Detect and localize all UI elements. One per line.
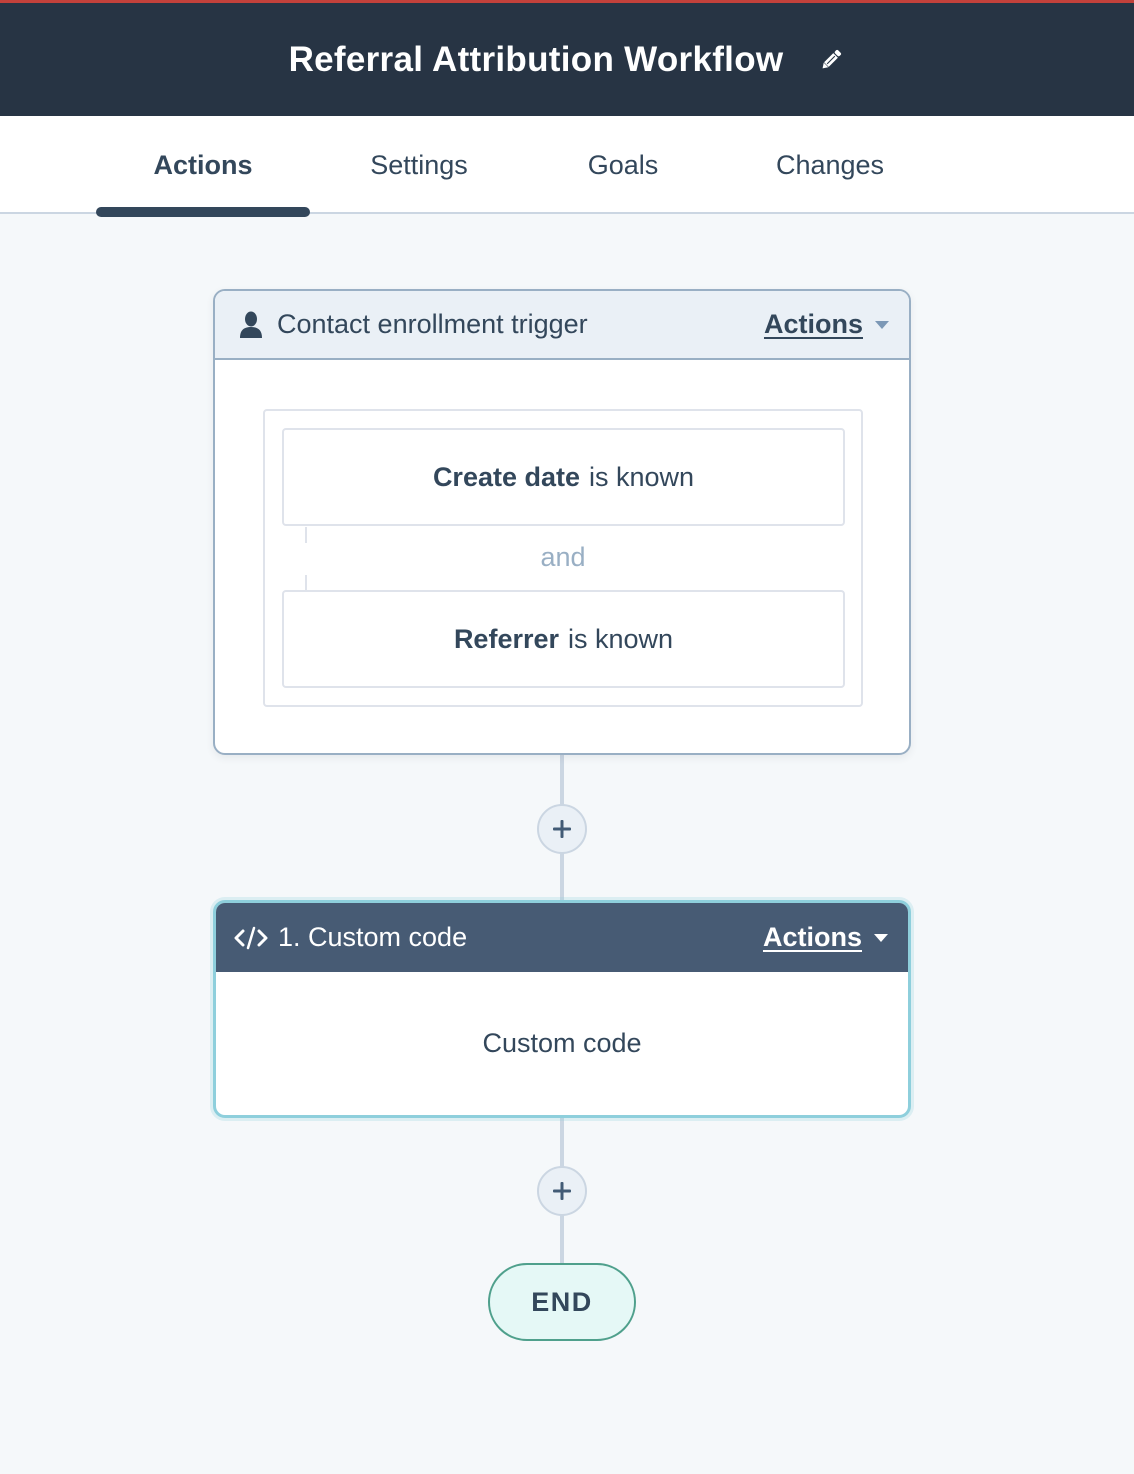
trigger-card-header: Contact enrollment trigger Actions <box>215 291 909 360</box>
tab-bar: Actions Settings Goals Changes <box>0 116 1134 214</box>
actions-label: Actions <box>762 922 862 952</box>
workflow-title: Referral Attribution Workflow <box>288 39 784 79</box>
plus-icon <box>553 1182 571 1200</box>
action-title: 1. Custom code <box>278 922 468 952</box>
connector-line <box>560 853 564 901</box>
workflow-end-node: END <box>488 1263 636 1341</box>
caret-down-icon <box>875 320 889 329</box>
trigger-actions-dropdown[interactable]: Actions <box>764 309 889 340</box>
edit-title-button[interactable] <box>817 46 845 74</box>
tab-changes[interactable]: Changes <box>750 116 910 214</box>
action-body: Custom code <box>482 1028 642 1058</box>
action-card-header: 1. Custom code Actions <box>216 903 908 972</box>
active-tab-indicator <box>96 207 310 217</box>
caret-down-icon <box>874 933 888 942</box>
filter-condition: is known <box>568 623 674 654</box>
connector-line <box>560 1215 564 1265</box>
workflow-header: Referral Attribution Workflow <box>0 3 1134 116</box>
filter-group: Create date is known and Referrer is kno… <box>263 409 863 707</box>
filter-referrer[interactable]: Referrer is known <box>282 590 845 688</box>
actions-label: Actions <box>763 309 863 339</box>
filter-property: Referrer <box>453 623 559 654</box>
tab-actions[interactable]: Actions <box>96 116 310 214</box>
enrollment-trigger-card[interactable]: Contact enrollment trigger Actions Creat… <box>213 289 911 755</box>
add-action-button[interactable] <box>537 1166 587 1216</box>
filter-property: Create date <box>432 461 581 492</box>
pencil-icon <box>822 49 842 68</box>
add-action-button[interactable] <box>537 804 587 854</box>
filter-create-date[interactable]: Create date is known <box>282 428 845 526</box>
contact-person-icon <box>240 311 262 338</box>
trigger-title: Contact enrollment trigger <box>277 309 588 339</box>
connector-line <box>560 1117 564 1167</box>
connector-line <box>560 755 564 805</box>
and-connector-line <box>305 575 307 591</box>
tab-settings[interactable]: Settings <box>340 116 498 214</box>
tab-goals[interactable]: Goals <box>560 116 686 214</box>
code-icon <box>234 926 268 949</box>
and-connector-line <box>305 527 307 543</box>
filter-condition: is known <box>589 461 695 492</box>
action-actions-dropdown[interactable]: Actions <box>763 922 888 953</box>
custom-code-action-card[interactable]: 1. Custom code Actions Custom code <box>213 900 911 1118</box>
plus-icon <box>553 820 571 838</box>
and-joiner: and <box>540 542 586 572</box>
